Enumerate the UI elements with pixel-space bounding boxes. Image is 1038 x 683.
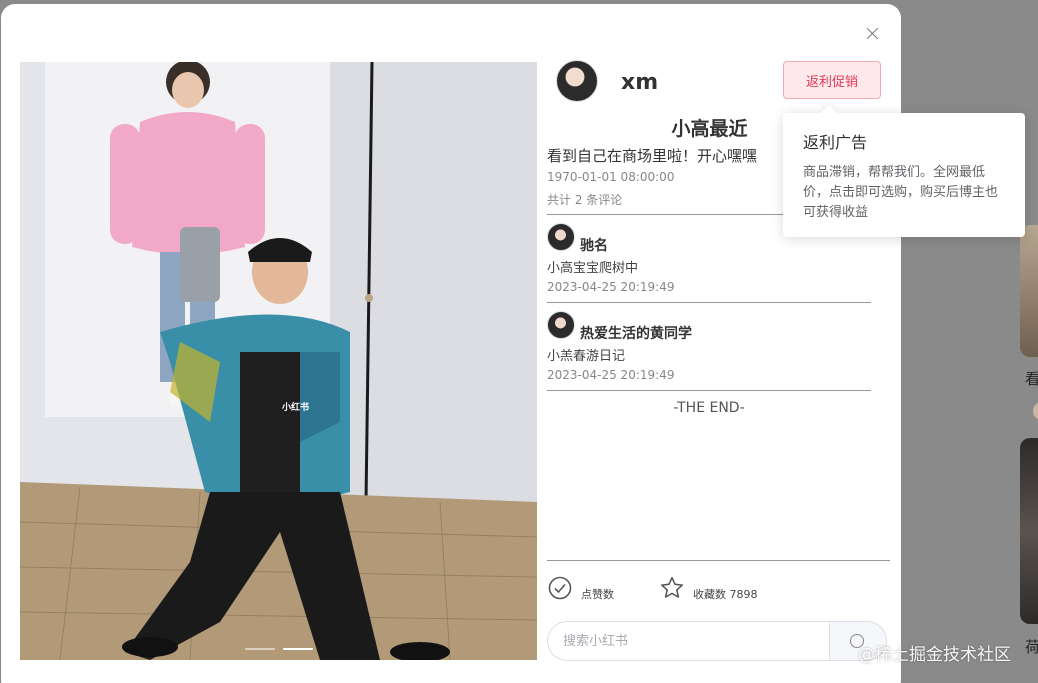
favorite-count-label: 收藏数 7898 — [693, 588, 758, 601]
comment-input[interactable] — [547, 621, 830, 661]
comment-author[interactable]: 驰名 — [580, 235, 608, 255]
author-avatar[interactable] — [556, 60, 598, 102]
end-marker: -THE END- — [673, 400, 745, 416]
note-timestamp: 1970-01-01 08:00:00 — [547, 170, 675, 184]
photo-watermark: 小红书 — [282, 403, 310, 413]
comment-text: 小高宝宝爬树中 — [547, 261, 639, 276]
tooltip-title: 返利广告 — [803, 133, 868, 152]
background-note-card — [1020, 225, 1038, 357]
comment-avatar[interactable] — [547, 311, 575, 339]
background-avatar — [1033, 402, 1038, 420]
site-watermark: @稀土掘金技术社区 — [858, 645, 1011, 665]
close-icon[interactable] — [865, 26, 881, 42]
like-count-label: 点赞数 — [581, 588, 614, 601]
background-note-card — [1020, 438, 1038, 624]
carousel-dot[interactable] — [245, 648, 275, 650]
comment-time: 2023-04-25 20:19:49 — [547, 368, 675, 382]
note-description: 看到自己在商场里啦！开心嘿嘿 — [547, 147, 758, 165]
tooltip-body: 商品滞销，帮帮我们。全网最低价，点击即可选购，购买后博主也可获得收益 — [803, 165, 999, 220]
comment-item: 热爱生活的黄同学 小羔春游日记 2023-04-25 20:19:49 — [547, 311, 871, 391]
comment-author[interactable]: 热爱生活的黄同学 — [580, 323, 692, 343]
background-note-title: 看 — [1025, 370, 1038, 388]
comment-time: 2023-04-25 20:19:49 — [547, 280, 675, 294]
comment-avatar[interactable] — [547, 223, 575, 251]
comment-count: 共计 2 条评论 — [547, 193, 623, 207]
promo-tooltip: 返利广告 商品滞销，帮帮我们。全网最低价，点击即可选购，购买后博主也可获得收益 — [783, 113, 1025, 237]
like-check-icon[interactable] — [548, 576, 572, 600]
divider — [547, 390, 871, 391]
carousel-dot-active[interactable] — [283, 648, 313, 650]
photo-illustration — [20, 62, 537, 660]
author-name[interactable]: xm — [621, 70, 658, 95]
star-icon[interactable] — [659, 575, 685, 601]
comment-text: 小羔春游日记 — [547, 349, 626, 364]
promo-button[interactable]: 返利促销 — [783, 61, 881, 99]
note-photo[interactable]: 小红书 — [20, 62, 537, 660]
background-note-title: 荷 — [1025, 638, 1038, 656]
divider — [547, 560, 890, 561]
carousel-indicator — [245, 648, 313, 650]
divider — [547, 302, 871, 303]
